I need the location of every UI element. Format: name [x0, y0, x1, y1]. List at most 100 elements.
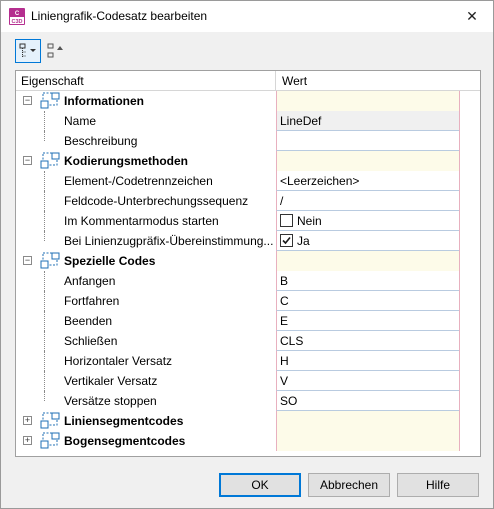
grid-edge-line [459, 91, 460, 111]
vertikaler-versatz-value[interactable]: V [276, 371, 460, 391]
column-header-property: Eigenschaft [21, 74, 84, 88]
horizontaler-versatz-value[interactable]: H [276, 351, 460, 371]
grid-edge-line [459, 371, 460, 391]
window-title: Liniengrafik-Codesatz bearbeiten [31, 9, 208, 23]
expand-icon[interactable]: + [23, 416, 32, 425]
grid-edge-line [459, 411, 460, 431]
category-value [276, 91, 460, 111]
svg-text:C3D: C3D [11, 19, 22, 25]
property-label: Element-/Codetrennzeichen [64, 174, 213, 188]
property-row-beschreibung[interactable]: Beschreibung [16, 131, 480, 151]
tree-line [44, 371, 45, 391]
fortfahren-value[interactable]: C [276, 291, 460, 311]
praefix-checkbox[interactable] [280, 234, 293, 247]
category-row-liniensegmentcodes[interactable]: + Liniensegmentcodes [16, 411, 480, 431]
help-button[interactable]: Hilfe [397, 473, 479, 497]
checkbox-text: Ja [297, 234, 310, 248]
close-button[interactable]: ✕ [451, 1, 493, 32]
ok-button[interactable]: OK [219, 473, 301, 497]
category-row-spezielle-codes[interactable]: − Spezielle Codes [16, 251, 480, 271]
cancel-button[interactable]: Abbrechen [308, 473, 390, 497]
grid-edge-line [459, 131, 460, 151]
grid-edge-line [459, 191, 460, 211]
property-row-name[interactable]: Name LineDef [16, 111, 480, 131]
checkmark-icon [282, 236, 291, 245]
grid-edge-line [459, 351, 460, 371]
unterbrechung-value[interactable]: / [276, 191, 460, 211]
beschreibung-value[interactable] [276, 131, 460, 151]
tree-line [44, 291, 45, 311]
category-value [276, 411, 460, 431]
grid-header: Eigenschaft Wert [16, 71, 480, 91]
category-label: Bogensegmentcodes [64, 434, 186, 448]
property-row-beenden[interactable]: Beenden E [16, 311, 480, 331]
beenden-value[interactable]: E [276, 311, 460, 331]
praefix-value: Ja [276, 231, 460, 251]
kommentarmodus-value: Nein [276, 211, 460, 231]
category-label: Kodierungsmethoden [64, 154, 189, 168]
alphabetical-view-icon [47, 43, 63, 58]
column-divider[interactable] [275, 71, 276, 91]
property-row-versaetze-stoppen[interactable]: Versätze stoppen SO [16, 391, 480, 411]
checkbox-text: Nein [297, 214, 322, 228]
grid-edge-line [459, 251, 460, 271]
property-row-praefix[interactable]: Bei Linienzugpräfix-Übereinstimmung... J… [16, 231, 480, 251]
property-row-anfangen[interactable]: Anfangen B [16, 271, 480, 291]
property-label: Beenden [64, 314, 113, 328]
property-label: Vertikaler Versatz [64, 374, 158, 388]
category-value [276, 431, 460, 451]
anfangen-value[interactable]: B [276, 271, 460, 291]
collapse-icon[interactable]: − [23, 96, 32, 105]
kommentarmodus-checkbox[interactable] [280, 214, 293, 227]
tree-line [44, 231, 45, 241]
collapse-icon[interactable]: − [23, 256, 32, 265]
close-icon: ✕ [466, 8, 478, 24]
property-row-unterbrechung[interactable]: Feldcode-Unterbrechungssequenz / [16, 191, 480, 211]
category-value [276, 251, 460, 271]
property-label: Feldcode-Unterbrechungssequenz [64, 194, 249, 208]
trennzeichen-value[interactable]: <Leerzeichen> [276, 171, 460, 191]
title-bar: C C3D Liniengrafik-Codesatz bearbeiten ✕ [1, 1, 493, 32]
property-row-trennzeichen[interactable]: Element-/Codetrennzeichen <Leerzeichen> [16, 171, 480, 191]
category-label: Informationen [64, 94, 144, 108]
tree-line [44, 351, 45, 371]
property-row-horizontaler-versatz[interactable]: Horizontaler Versatz H [16, 351, 480, 371]
name-value[interactable]: LineDef [276, 111, 460, 131]
property-label: Schließen [64, 334, 118, 348]
category-tree-icon [40, 432, 60, 449]
property-grid: Eigenschaft Wert − Informationen Name Li… [15, 70, 481, 457]
category-row-informationen[interactable]: − Informationen [16, 91, 480, 111]
property-row-kommentarmodus[interactable]: Im Kommentarmodus starten Nein [16, 211, 480, 231]
property-row-schliessen[interactable]: Schließen CLS [16, 331, 480, 351]
tree-line [44, 211, 45, 231]
tree-line [44, 111, 45, 131]
property-row-fortfahren[interactable]: Fortfahren C [16, 291, 480, 311]
grid-edge-line [459, 231, 460, 251]
collapse-icon[interactable]: − [23, 156, 32, 165]
versaetze-stoppen-value[interactable]: SO [276, 391, 460, 411]
tree-line [44, 191, 45, 211]
categorized-view-button[interactable] [15, 39, 41, 63]
grid-edge-line [459, 311, 460, 331]
svg-text:C: C [15, 11, 20, 17]
property-label: Versätze stoppen [64, 394, 157, 408]
expand-icon[interactable]: + [23, 436, 32, 445]
category-value [276, 151, 460, 171]
category-row-bogensegmentcodes[interactable]: + Bogensegmentcodes [16, 431, 480, 451]
tree-line [44, 131, 45, 141]
category-row-kodierungsmethoden[interactable]: − Kodierungsmethoden [16, 151, 480, 171]
tree-line [44, 391, 45, 401]
tree-line [44, 311, 45, 331]
categorized-view-icon [19, 43, 36, 57]
schliessen-value[interactable]: CLS [276, 331, 460, 351]
tree-line [44, 331, 45, 351]
grid-edge-line [459, 431, 460, 451]
category-tree-icon [40, 92, 60, 109]
property-label: Im Kommentarmodus starten [64, 214, 219, 228]
grid-edge-line [459, 171, 460, 191]
property-row-vertikaler-versatz[interactable]: Vertikaler Versatz V [16, 371, 480, 391]
alphabetical-view-button[interactable] [43, 39, 69, 63]
grid-edge-line [459, 151, 460, 171]
property-label: Fortfahren [64, 294, 120, 308]
toolbar [15, 39, 75, 63]
